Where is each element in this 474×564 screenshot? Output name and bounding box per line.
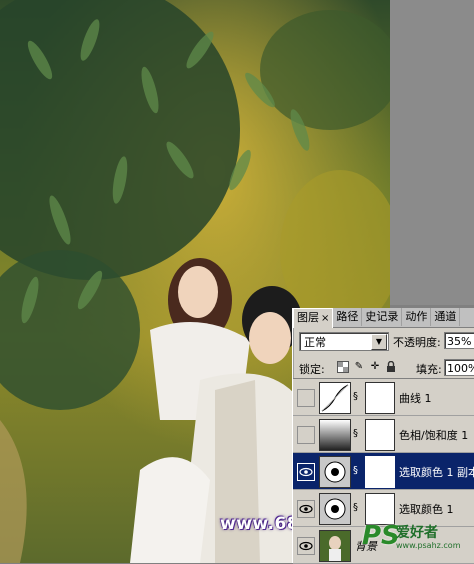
chain-link-icon[interactable]: § bbox=[353, 391, 361, 403]
lock-icon[interactable] bbox=[385, 360, 397, 373]
panel-tabs: 图层 × 路径 史记录 动作 通道 bbox=[293, 308, 474, 328]
tab-channels-label: 通道 bbox=[434, 310, 457, 323]
lock-transparency-icon[interactable] bbox=[337, 361, 349, 373]
tab-channels[interactable]: 通道 bbox=[431, 308, 461, 326]
lock-label: 锁定: bbox=[299, 363, 325, 376]
blend-row: 正常 ▼ 不透明度: 35% bbox=[293, 332, 474, 352]
fill-label: 填充: bbox=[416, 363, 442, 376]
eye-icon[interactable] bbox=[297, 463, 315, 481]
selective-color-icon bbox=[319, 456, 351, 488]
fill-field[interactable]: 100% bbox=[444, 359, 474, 376]
layer-row-selective-color-copy[interactable]: § 选取颜色 1 副本 bbox=[293, 453, 474, 490]
tab-layers[interactable]: 图层 × bbox=[293, 308, 334, 328]
logo-url: www.psahz.com bbox=[396, 541, 461, 550]
tab-history[interactable]: 史记录 bbox=[362, 308, 403, 326]
layer-name: 选取颜色 1 bbox=[399, 503, 454, 516]
logo-ps: PS bbox=[362, 521, 400, 551]
layer-mask-thumb[interactable] bbox=[365, 456, 395, 488]
opacity-label: 不透明度: bbox=[393, 336, 441, 349]
tab-history-label: 史记录 bbox=[365, 310, 399, 323]
canvas-background bbox=[390, 0, 474, 305]
layer-name: 色相/饱和度 1 bbox=[399, 429, 469, 442]
layer-name: 选取颜色 1 副本 bbox=[399, 466, 474, 479]
site-logo: PS 爱好者 www.psahz.com bbox=[362, 521, 460, 551]
logo-name: 爱好者 bbox=[396, 525, 438, 541]
layer-mask-thumb[interactable] bbox=[365, 382, 395, 414]
chain-link-icon[interactable]: § bbox=[353, 428, 361, 440]
opacity-field[interactable]: 35% bbox=[444, 332, 474, 349]
layer-mask-thumb[interactable] bbox=[365, 419, 395, 451]
close-icon[interactable]: × bbox=[321, 313, 329, 324]
tab-paths-label: 路径 bbox=[336, 310, 359, 323]
selective-color-icon bbox=[319, 493, 351, 525]
visibility-toggle[interactable] bbox=[297, 426, 315, 444]
lock-row: 锁定: ✎ ✛ 填充: 100% bbox=[293, 358, 474, 378]
tab-actions-label: 动作 bbox=[405, 310, 428, 323]
layer-row-curves[interactable]: § 曲线 1 bbox=[293, 379, 474, 416]
layer-name: 曲线 1 bbox=[399, 392, 432, 405]
eye-icon[interactable] bbox=[297, 500, 315, 518]
move-icon[interactable]: ✛ bbox=[369, 361, 381, 373]
tab-actions[interactable]: 动作 bbox=[402, 308, 432, 326]
background-thumb bbox=[319, 530, 351, 562]
hue-saturation-icon bbox=[319, 419, 351, 451]
curves-icon bbox=[319, 382, 351, 414]
chain-link-icon[interactable]: § bbox=[353, 465, 361, 477]
visibility-toggle[interactable] bbox=[297, 389, 315, 407]
layer-row-hue-saturation[interactable]: § 色相/饱和度 1 bbox=[293, 416, 474, 453]
blend-mode-value: 正常 bbox=[304, 336, 326, 349]
tab-paths[interactable]: 路径 bbox=[333, 308, 363, 326]
brush-icon[interactable]: ✎ bbox=[353, 361, 365, 373]
chevron-down-icon[interactable]: ▼ bbox=[371, 334, 387, 350]
chain-link-icon[interactable]: § bbox=[353, 502, 361, 514]
tab-layers-label: 图层 bbox=[297, 311, 319, 324]
eye-icon[interactable] bbox=[297, 537, 315, 555]
blend-mode-select[interactable]: 正常 ▼ bbox=[299, 332, 389, 351]
